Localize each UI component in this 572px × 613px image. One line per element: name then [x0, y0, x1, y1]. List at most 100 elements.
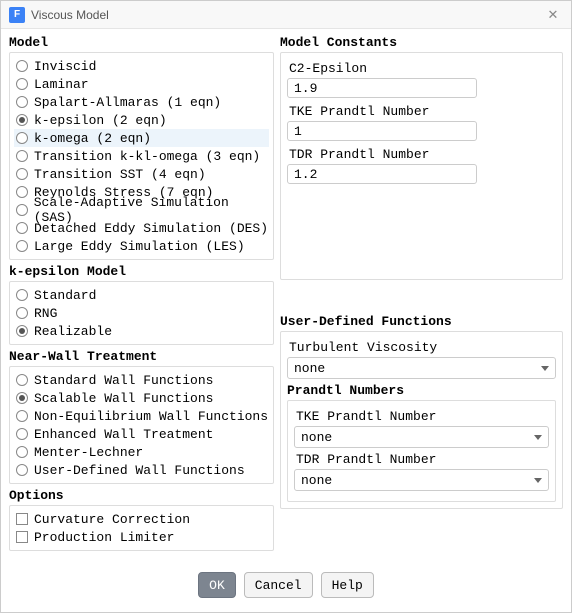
- chevron-down-icon: [534, 478, 542, 483]
- nearwall-option[interactable]: Enhanced Wall Treatment: [14, 425, 269, 443]
- model-option-label: Large Eddy Simulation (LES): [34, 239, 245, 254]
- model-option[interactable]: Transition k-kl-omega (3 eqn): [14, 147, 269, 165]
- turbvisc-value: none: [294, 361, 325, 376]
- turbvisc-label: Turbulent Viscosity: [289, 340, 556, 355]
- udf-group-title: User-Defined Functions: [280, 314, 563, 329]
- prandtl-dropdown[interactable]: none: [294, 469, 549, 491]
- model-option[interactable]: Detached Eddy Simulation (DES): [14, 219, 269, 237]
- model-group-title: Model: [9, 35, 274, 50]
- app-icon: F: [9, 7, 25, 23]
- dialog-footer: OK Cancel Help: [1, 562, 571, 612]
- nearwall-option-label: Menter-Lechner: [34, 445, 143, 460]
- radio-icon: [16, 464, 28, 476]
- nearwall-options-box: Standard Wall Functions Scalable Wall Fun…: [9, 366, 274, 484]
- model-group: Model Inviscid Laminar Spalart-Allmaras (1…: [9, 35, 274, 260]
- nearwall-option-label: Scalable Wall Functions: [34, 391, 213, 406]
- model-option[interactable]: k-omega (2 eqn): [14, 129, 269, 147]
- cancel-button[interactable]: Cancel: [244, 572, 313, 598]
- radio-icon: [16, 150, 28, 162]
- kepsilon-option[interactable]: Realizable: [14, 322, 269, 340]
- kepsilon-group: k-epsilon Model StandardRNG Realizable: [9, 264, 274, 345]
- model-option[interactable]: Scale-Adaptive Simulation (SAS): [14, 201, 269, 219]
- ok-button[interactable]: OK: [198, 572, 236, 598]
- model-options-box: Inviscid Laminar Spalart-Allmaras (1 eqn) k…: [9, 52, 274, 260]
- chevron-down-icon: [541, 366, 549, 371]
- model-option-label: Transition SST (4 eqn): [34, 167, 206, 182]
- model-option[interactable]: k-epsilon (2 eqn): [14, 111, 269, 129]
- prandtl-dropdown-value: none: [301, 473, 332, 488]
- model-option-label: Spalart-Allmaras (1 eqn): [34, 95, 221, 110]
- nearwall-option[interactable]: Menter-Lechner: [14, 443, 269, 461]
- radio-icon: [16, 289, 28, 301]
- constants-box: C2-EpsilonTKE Prandtl NumberTDR Prandtl …: [280, 52, 563, 280]
- kepsilon-group-title: k-epsilon Model: [9, 264, 274, 279]
- nearwall-option[interactable]: Non-Equilibrium Wall Functions: [14, 407, 269, 425]
- constant-field-input[interactable]: [287, 164, 477, 184]
- radio-icon: [16, 132, 28, 144]
- close-icon[interactable]: ✕: [543, 7, 563, 23]
- prandtl-field-label: TKE Prandtl Number: [296, 409, 549, 424]
- right-column: Model Constants C2-EpsilonTKE Prandtl Nu…: [280, 35, 563, 562]
- model-option-label: Transition k-kl-omega (3 eqn): [34, 149, 260, 164]
- nearwall-group-title: Near-Wall Treatment: [9, 349, 274, 364]
- nearwall-option[interactable]: Scalable Wall Functions: [14, 389, 269, 407]
- radio-icon: [16, 78, 28, 90]
- nearwall-option-label: Standard Wall Functions: [34, 373, 213, 388]
- model-option[interactable]: Large Eddy Simulation (LES): [14, 237, 269, 255]
- model-option-label: k-epsilon (2 eqn): [34, 113, 167, 128]
- kepsilon-option[interactable]: Standard: [14, 286, 269, 304]
- help-button[interactable]: Help: [321, 572, 374, 598]
- nearwall-option[interactable]: Standard Wall Functions: [14, 371, 269, 389]
- constants-group-title: Model Constants: [280, 35, 563, 50]
- radio-icon: [16, 240, 28, 252]
- checkbox-icon: [16, 513, 28, 525]
- udf-box: Turbulent Viscosity none Prandtl Numbers…: [280, 331, 563, 509]
- radio-icon: [16, 410, 28, 422]
- model-option-label: Inviscid: [34, 59, 96, 74]
- constants-group: Model Constants C2-EpsilonTKE Prandtl Nu…: [280, 35, 563, 280]
- turbvisc-dropdown[interactable]: none: [287, 357, 556, 379]
- prandtl-field-label: TDR Prandtl Number: [296, 452, 549, 467]
- model-option-label: k-omega (2 eqn): [34, 131, 151, 146]
- radio-icon: [16, 428, 28, 440]
- options-group-title: Options: [9, 488, 274, 503]
- nearwall-option[interactable]: User-Defined Wall Functions: [14, 461, 269, 479]
- model-option[interactable]: Inviscid: [14, 57, 269, 75]
- prandtl-subhead: Prandtl Numbers: [287, 383, 556, 398]
- viscous-model-dialog: F Viscous Model ✕ Model Inviscid Laminar S…: [0, 0, 572, 613]
- options-checkbox-label: Production Limiter: [34, 530, 174, 545]
- model-option[interactable]: Transition SST (4 eqn): [14, 165, 269, 183]
- constant-field-input[interactable]: [287, 121, 477, 141]
- radio-icon: [16, 204, 28, 216]
- dialog-body: Model Inviscid Laminar Spalart-Allmaras (1…: [1, 29, 571, 562]
- kepsilon-options-box: StandardRNG Realizable: [9, 281, 274, 345]
- nearwall-option-label: Non-Equilibrium Wall Functions: [34, 409, 268, 424]
- options-checkbox-row[interactable]: Production Limiter: [14, 528, 269, 546]
- titlebar: F Viscous Model ✕: [1, 1, 571, 29]
- chevron-down-icon: [534, 435, 542, 440]
- options-checkbox-row[interactable]: Curvature Correction: [14, 510, 269, 528]
- radio-icon: [16, 392, 28, 404]
- options-checkbox-label: Curvature Correction: [34, 512, 190, 527]
- window-title: Viscous Model: [31, 8, 543, 22]
- nearwall-option-label: User-Defined Wall Functions: [34, 463, 245, 478]
- prandtl-dropdown-value: none: [301, 430, 332, 445]
- options-group: Options Curvature Correction Production L…: [9, 488, 274, 551]
- model-option-label: Laminar: [34, 77, 89, 92]
- model-option[interactable]: Spalart-Allmaras (1 eqn): [14, 93, 269, 111]
- model-option[interactable]: Laminar: [14, 75, 269, 93]
- radio-icon: [16, 168, 28, 180]
- kepsilon-option-label: Realizable: [34, 324, 112, 339]
- radio-icon: [16, 307, 28, 319]
- kepsilon-option[interactable]: RNG: [14, 304, 269, 322]
- radio-icon: [16, 186, 28, 198]
- nearwall-option-label: Enhanced Wall Treatment: [34, 427, 213, 442]
- constant-field-input[interactable]: [287, 78, 477, 98]
- radio-icon: [16, 374, 28, 386]
- prandtl-inner-box: TKE Prandtl Number none TDR Prandtl Number…: [287, 400, 556, 502]
- radio-icon: [16, 222, 28, 234]
- udf-group: User-Defined Functions Turbulent Viscosi…: [280, 314, 563, 509]
- prandtl-dropdown[interactable]: none: [294, 426, 549, 448]
- radio-icon: [16, 446, 28, 458]
- constant-field-label: C2-Epsilon: [289, 61, 556, 76]
